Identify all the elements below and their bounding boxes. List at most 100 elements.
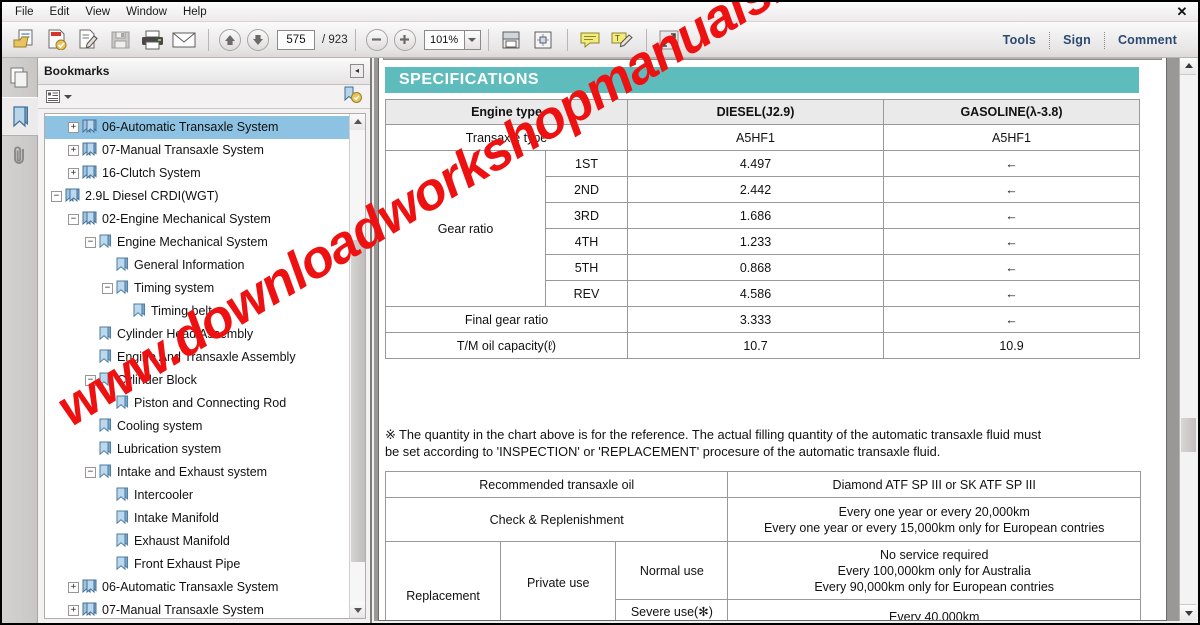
scroll-down-icon[interactable] [1180,604,1196,621]
bookmark-icon [82,211,97,229]
bookmark-item[interactable]: +07-Manual Transaxle System [45,599,350,618]
sticky-note-icon[interactable] [575,26,605,54]
zoom-out-button[interactable] [365,28,388,51]
bookmark-item[interactable]: Intercooler [45,484,350,507]
fullscreen-icon[interactable] [654,26,684,54]
collapse-panel-icon[interactable]: ◂ [350,64,364,78]
chevron-down-icon[interactable] [463,29,481,50]
bookmark-item[interactable]: +16-Clutch System [45,162,350,185]
page-number-input[interactable]: 575 [277,29,315,50]
bookmark-item[interactable]: − Intake and Exhaust system [45,461,350,484]
row-label: T/M oil capacity(ℓ) [385,332,628,359]
collapse-icon[interactable]: − [85,237,96,248]
bookmark-item[interactable]: Piston and Connecting Rod [45,392,350,415]
print-icon[interactable] [137,26,167,54]
bookmarks-tree-container: +06-Automatic Transaxle System +07-Manual… [44,113,366,619]
bookmarks-scrollbar[interactable] [349,114,365,618]
bookmark-item[interactable]: − Engine Mechanical System [45,231,350,254]
row-label-replacement: Replacement [384,541,502,620]
bookmark-item[interactable]: − Timing system [45,277,350,300]
bookmark-item[interactable]: − Cylinder Block [45,369,350,392]
previous-page-button[interactable] [219,28,241,51]
bookmarks-panel-header: Bookmarks ◂ [38,58,370,85]
menu-bar: File Edit View Window Help [2,2,214,22]
cell-normal-use-value: No service required Every 100,000km only… [727,541,1141,600]
expand-icon[interactable]: + [68,122,79,133]
page-fit-width-icon[interactable] [496,26,526,54]
bookmark-item[interactable]: − 2.9L Diesel CRDI(WGT) [45,185,350,208]
menu-help[interactable]: Help [176,3,214,21]
collapse-icon[interactable]: − [51,191,62,202]
next-page-button[interactable] [247,28,269,51]
document-scrollbar[interactable] [1179,58,1196,621]
text-comment-icon[interactable]: T [607,26,637,54]
page-thumbnails-icon[interactable] [2,58,38,97]
open-file-icon[interactable] [9,26,39,54]
menu-file[interactable]: File [8,3,41,21]
new-bookmark-icon[interactable] [343,86,362,108]
bookmark-icon [116,487,129,505]
bookmark-label: 06-Automatic Transaxle System [102,580,279,594]
comment-button[interactable]: Comment [1105,33,1190,47]
email-icon[interactable] [169,26,199,54]
bookmark-icon [82,142,97,160]
attachments-icon[interactable] [2,136,38,175]
cell-gear: 1ST [545,150,628,177]
sign-button[interactable]: Sign [1050,33,1104,47]
create-pdf-icon[interactable] [41,26,71,54]
document-scroll-thumb[interactable] [1181,418,1196,452]
menu-edit[interactable]: Edit [43,3,77,21]
scroll-up-icon[interactable] [350,114,365,130]
row-label-recommended-oil: Recommended transaxle oil [384,471,729,498]
bookmark-item[interactable]: Timing belt [45,300,350,323]
bookmark-item[interactable]: Engine And Transaxle Assembly [45,346,350,369]
bookmark-icon [133,303,146,321]
bookmark-item[interactable]: Lubrication system [45,438,350,461]
bookmark-item[interactable]: +07-Manual Transaxle System [45,139,350,162]
toolbar-divider-2 [354,28,356,51]
cell-gear: 2ND [545,176,628,203]
zoom-level-input[interactable]: 101% [423,29,464,50]
bookmark-options-button[interactable] [46,89,72,104]
collapse-icon[interactable]: − [85,467,96,478]
close-icon[interactable]: ✕ [1174,4,1190,19]
expand-icon[interactable]: + [68,605,79,616]
edit-pdf-icon[interactable] [73,26,103,54]
bookmark-item[interactable]: − 02-Engine Mechanical System [45,208,350,231]
bookmarks-icon[interactable] [2,97,38,136]
expand-icon[interactable]: + [68,145,79,156]
cell-diesel: 4.586 [627,280,884,307]
title-bar: File Edit View Window Help ✕ [2,2,1198,22]
page-fit-full-icon[interactable] [528,26,558,54]
zoom-in-button[interactable] [393,28,416,51]
tools-button[interactable]: Tools [990,33,1049,47]
bookmark-icon [99,464,112,482]
expand-icon[interactable]: + [68,168,79,179]
scroll-down-icon[interactable] [350,602,365,618]
collapse-icon[interactable]: − [68,214,79,225]
bookmark-icon [116,556,129,574]
pdf-page: 2007 > G3.8 V6 GASOLINE > SPECIFICATIONS… [378,58,1167,621]
scroll-up-icon[interactable] [1180,58,1196,75]
collapse-icon[interactable]: − [85,375,96,386]
menu-window[interactable]: Window [119,3,174,21]
bookmarks-panel: Bookmarks ◂ + 06-Automatic Transaxle Sys… [38,58,372,623]
bookmark-item[interactable]: Cooling system [45,415,350,438]
save-icon[interactable] [105,26,135,54]
bookmark-item[interactable]: General Information [45,254,350,277]
bookmark-item[interactable]: Exhaust Manifold [45,530,350,553]
menu-view[interactable]: View [78,3,117,21]
bookmark-item[interactable]: +06-Automatic Transaxle System [45,116,350,139]
bookmarks-scroll-thumb[interactable] [351,240,365,562]
bookmark-item[interactable]: Front Exhaust Pipe [45,553,350,576]
value-line-1: Every one year or every 20,000km [838,504,1030,519]
expand-icon[interactable]: + [68,582,79,593]
bookmark-label: Exhaust Manifold [134,534,230,548]
bookmark-item[interactable]: +06-Automatic Transaxle System [45,576,350,599]
bookmark-item[interactable]: Intake Manifold [45,507,350,530]
bookmark-item[interactable]: Cylinder Head Assembly [45,323,350,346]
collapse-icon[interactable]: − [102,283,113,294]
